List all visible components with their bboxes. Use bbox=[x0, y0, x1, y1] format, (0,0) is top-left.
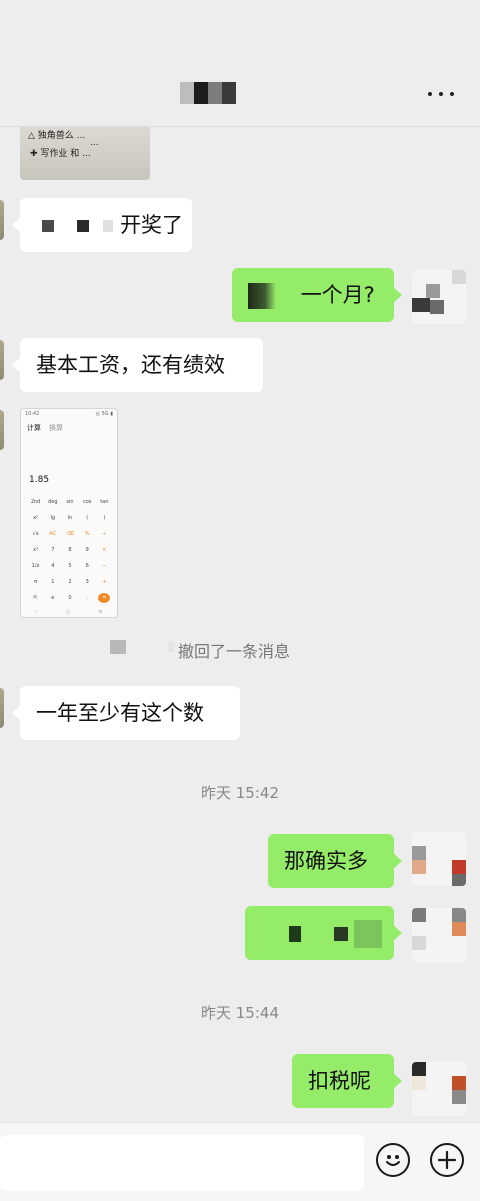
my-avatar[interactable] bbox=[412, 1062, 466, 1116]
calc-key: e bbox=[51, 595, 55, 601]
tab-convert: 换算 bbox=[49, 424, 63, 432]
incoming-message[interactable]: 一年至少有这个数 bbox=[12, 686, 240, 740]
redacted-name bbox=[110, 640, 126, 654]
recalled-notice: 撤回了一条消息 bbox=[178, 642, 291, 661]
photo-message[interactable]: △ 独角兽么 ... ✚ 写作业 和 ... ... bbox=[20, 126, 150, 180]
calc-key: 9 bbox=[85, 547, 89, 553]
calc-key: ) bbox=[103, 515, 106, 521]
calc-key: ln bbox=[67, 515, 73, 521]
status-bar: 10:42 ◎ 5G ▮ bbox=[25, 411, 113, 417]
emoji-glyph bbox=[386, 1155, 400, 1166]
redacted-text bbox=[289, 926, 301, 942]
calc-key: xʸ bbox=[33, 515, 38, 521]
calc-key: % bbox=[84, 531, 90, 537]
outgoing-message[interactable]: 扣税呢 bbox=[292, 1054, 402, 1108]
redacted-text bbox=[42, 220, 54, 232]
calc-key: 6 bbox=[85, 563, 89, 569]
plus-glyph bbox=[437, 1150, 457, 1170]
message-text: 扣税呢 bbox=[308, 1069, 371, 1093]
emoji-icon[interactable] bbox=[376, 1143, 410, 1177]
calc-key: ÷ bbox=[102, 531, 107, 537]
chat-header bbox=[0, 0, 480, 127]
calc-key: 0 bbox=[68, 595, 72, 601]
calc-key: 1/x bbox=[31, 563, 40, 569]
calc-key: . bbox=[86, 595, 88, 601]
message-text: 开奖了 bbox=[120, 213, 184, 237]
calc-key: 2nd bbox=[30, 499, 41, 505]
message-text: 基本工资，还有绩效 bbox=[36, 353, 225, 377]
timestamp: 昨天 15:44 bbox=[201, 1004, 279, 1022]
incoming-message[interactable]: 开奖了 bbox=[12, 198, 192, 252]
calc-key: π bbox=[34, 579, 38, 585]
input-bar bbox=[0, 1122, 480, 1201]
calc-key: x! bbox=[33, 547, 39, 553]
message-text: 那确实多 bbox=[284, 849, 368, 873]
outgoing-message[interactable] bbox=[245, 906, 402, 960]
contact-avatar[interactable] bbox=[0, 200, 4, 240]
calc-key: 1 bbox=[51, 579, 55, 585]
redacted-text bbox=[248, 283, 276, 309]
contact-avatar[interactable] bbox=[0, 410, 4, 450]
outgoing-message[interactable]: 一个月? bbox=[232, 268, 402, 322]
calc-key: tan bbox=[100, 499, 109, 505]
calc-key: sin bbox=[66, 499, 74, 505]
my-avatar[interactable] bbox=[412, 270, 466, 324]
calc-key: 8 bbox=[68, 547, 72, 553]
redacted-text bbox=[333, 927, 348, 941]
message-text: 一年至少有这个数 bbox=[36, 701, 204, 725]
message-text: 一个月? bbox=[300, 283, 375, 307]
redacted-text bbox=[354, 920, 383, 948]
redacted-text bbox=[76, 220, 89, 232]
calc-keypad: 2nd deg sin cos tan xʸ lg ln () √x AC ⌫% ÷ x! 7 8 9 × 1/x 4… bbox=[27, 497, 113, 603]
calc-key: √x bbox=[32, 531, 39, 537]
message-list[interactable]: △ 独角兽么 ... ✚ 写作业 和 ... ... 开奖了 一个月? 基本工资… bbox=[0, 126, 480, 1122]
my-avatar[interactable] bbox=[412, 832, 466, 886]
calc-key: ⇱ bbox=[33, 595, 38, 601]
calc-key: = bbox=[98, 593, 111, 603]
calc-key: 5 bbox=[68, 563, 72, 569]
message-input[interactable] bbox=[0, 1135, 364, 1191]
calc-display: 1.85 bbox=[29, 475, 50, 485]
calc-key: 7 bbox=[51, 547, 55, 553]
incoming-message[interactable]: 基本工资，还有绩效 bbox=[12, 338, 263, 392]
calc-key: 4 bbox=[51, 563, 55, 569]
nav-bar: ‹ ○ ≡ bbox=[35, 609, 103, 615]
more-icon[interactable] bbox=[428, 84, 454, 104]
outgoing-message[interactable]: 那确实多 bbox=[268, 834, 402, 888]
redacted-name bbox=[168, 642, 174, 652]
calc-key: 3 bbox=[85, 579, 89, 585]
calc-key: − bbox=[102, 563, 107, 569]
calc-key: + bbox=[102, 579, 107, 585]
my-avatar[interactable] bbox=[412, 908, 466, 962]
calc-key: ( bbox=[86, 515, 89, 521]
chat-title-mosaic bbox=[180, 82, 236, 104]
image-message-calculator[interactable]: 10:42 ◎ 5G ▮ 计算 换算 1.85 2nd deg sin cos tan xʸ… bbox=[20, 408, 118, 618]
calc-key: lg bbox=[50, 515, 56, 521]
calc-key: 2 bbox=[68, 579, 72, 585]
contact-avatar[interactable] bbox=[0, 340, 4, 380]
calc-key: AC bbox=[49, 531, 57, 537]
calc-key: × bbox=[102, 547, 107, 553]
calc-key: deg bbox=[48, 499, 58, 505]
timestamp: 昨天 15:42 bbox=[201, 784, 279, 802]
plus-icon[interactable] bbox=[430, 1143, 464, 1177]
calc-key: ⌫ bbox=[66, 531, 74, 537]
calc-key: cos bbox=[82, 499, 92, 505]
redacted-text bbox=[103, 220, 114, 232]
contact-avatar[interactable] bbox=[0, 688, 4, 728]
tab-calc: 计算 bbox=[27, 424, 41, 432]
